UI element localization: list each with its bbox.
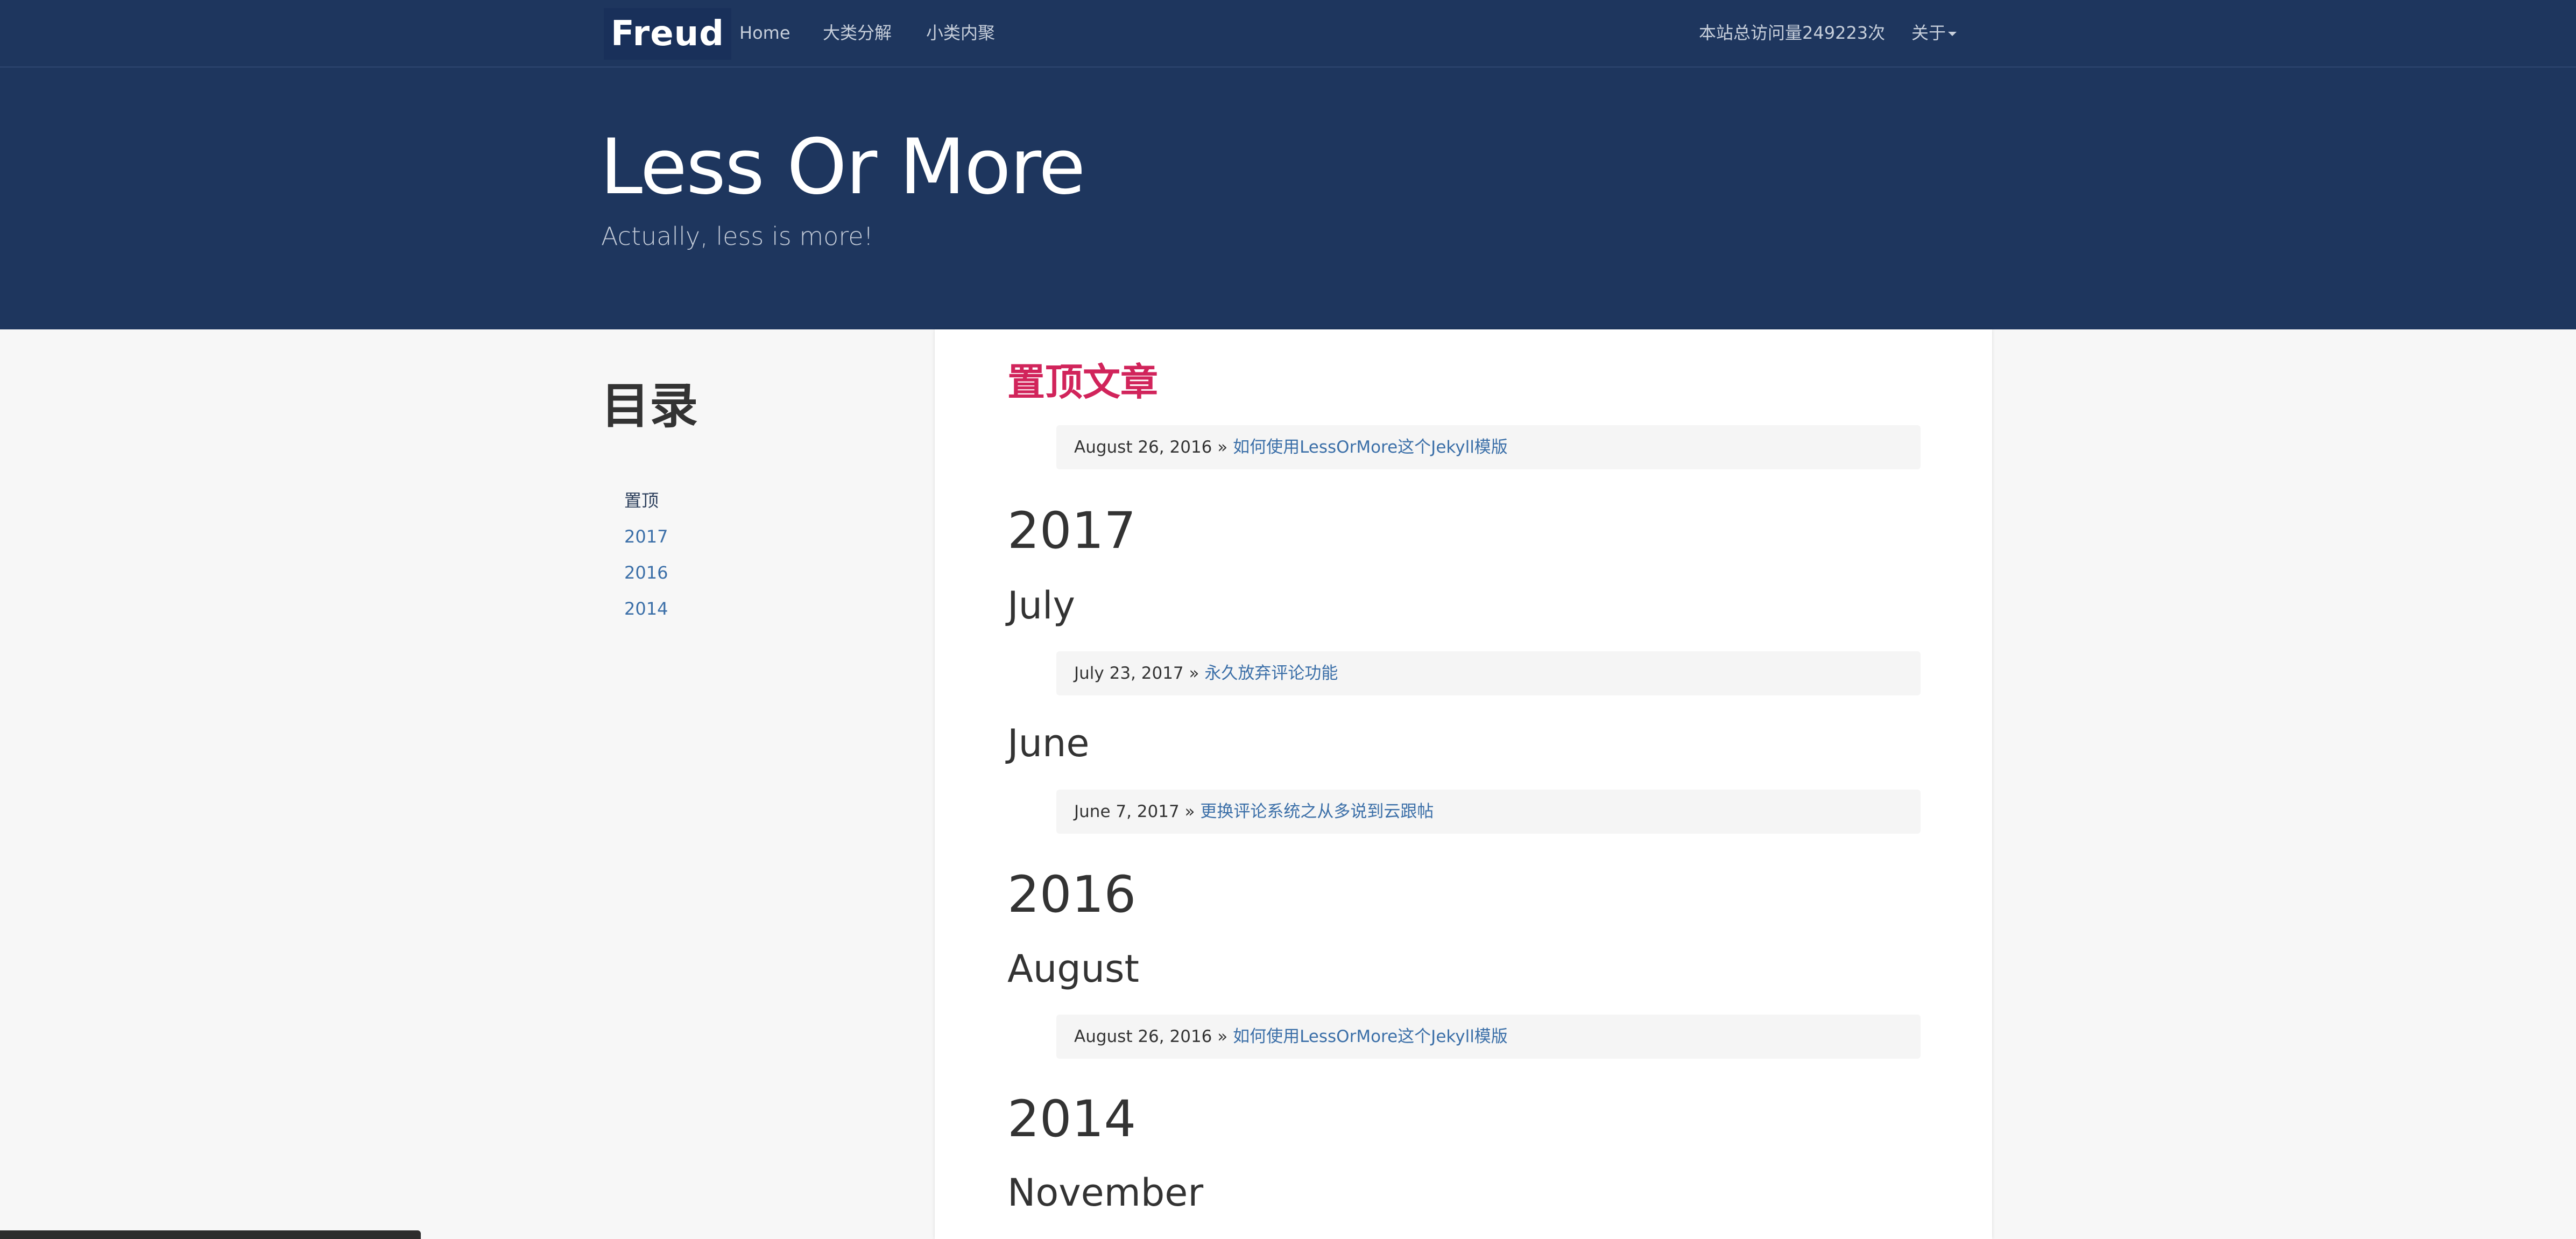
post-entry: July 23, 2017 » 永久放弃评论功能: [1056, 651, 1921, 695]
caret-down-icon: [1948, 32, 1957, 36]
post-date: July 23, 2017 »: [1074, 664, 1199, 683]
about-dropdown-label: 关于: [1911, 23, 1946, 43]
post-entry: August 26, 2016 » 如何使用LessOrMore这个Jekyll…: [1056, 1015, 1921, 1059]
toc-item-pinned[interactable]: 置顶: [624, 485, 668, 522]
post-date: August 26, 2016 »: [1074, 438, 1228, 457]
site-subtitle: Actually, less is more!: [601, 222, 873, 251]
about-dropdown[interactable]: 关于: [1911, 0, 1957, 66]
month-heading-july: July: [1007, 583, 1075, 628]
nav-big-category-link[interactable]: 大类分解: [823, 0, 892, 66]
post-link[interactable]: 如何使用LessOrMore这个Jekyll模版: [1233, 438, 1508, 457]
brand-logo[interactable]: Freud: [604, 8, 731, 60]
year-heading-2016: 2016: [1007, 865, 1137, 924]
pinned-section-title: 置顶文章: [1007, 360, 1158, 404]
toc-title: 目录: [601, 378, 698, 434]
post-entry: June 7, 2017 » 更换评论系统之从多说到云跟帖: [1056, 790, 1921, 834]
post-date: June 7, 2017 »: [1074, 802, 1195, 821]
month-heading-august: August: [1007, 947, 1139, 991]
toc-item-2014[interactable]: 2014: [624, 594, 668, 630]
toc-item-2017[interactable]: 2017: [624, 522, 668, 558]
year-heading-2014: 2014: [1007, 1090, 1137, 1149]
toc-item-2016[interactable]: 2016: [624, 558, 668, 594]
hero-banner: Less Or More Actually, less is more!: [0, 68, 2576, 329]
top-navbar: Freud Home 大类分解 小类内聚 本站总访问量249223次 关于: [0, 0, 2576, 68]
archive-panel: 置顶文章 August 26, 2016 » 如何使用LessOrMore这个J…: [935, 329, 1992, 1239]
post-date: August 26, 2016 »: [1074, 1027, 1228, 1046]
toc-item-label: 2016: [624, 562, 668, 583]
post-link[interactable]: 如何使用LessOrMore这个Jekyll模版: [1233, 1027, 1508, 1046]
toc-item-label: 2017: [624, 526, 668, 547]
site-title: Less Or More: [600, 123, 1085, 212]
bottom-overlay-bar: [0, 1230, 421, 1239]
post-link[interactable]: 永久放弃评论功能: [1204, 664, 1338, 683]
toc-item-label: 置顶: [624, 490, 659, 511]
post-link[interactable]: 更换评论系统之从多说到云跟帖: [1200, 802, 1434, 821]
month-heading-november: November: [1007, 1171, 1204, 1215]
visit-counter: 本站总访问量249223次: [1699, 23, 1886, 43]
nav-home-link[interactable]: Home: [739, 0, 791, 66]
toc-list: 置顶 2017 2016 2014: [624, 485, 668, 630]
toc-item-label: 2014: [624, 599, 668, 619]
year-heading-2017: 2017: [1007, 502, 1137, 560]
post-entry: August 26, 2016 » 如何使用LessOrMore这个Jekyll…: [1056, 425, 1921, 469]
month-heading-june: June: [1007, 721, 1090, 765]
nav-small-category-link[interactable]: 小类内聚: [926, 0, 995, 66]
